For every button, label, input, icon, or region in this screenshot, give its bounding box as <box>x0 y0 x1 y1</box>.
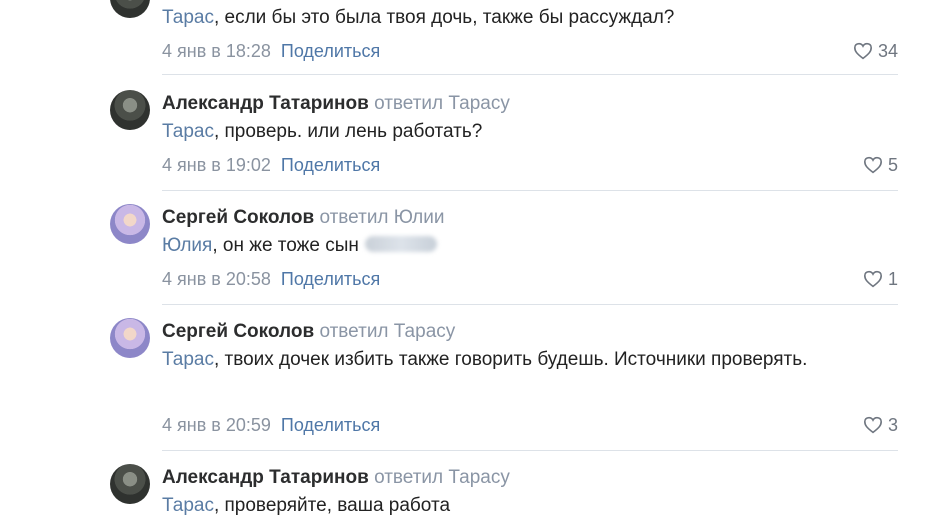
comment-header: Сергей Соколов ответил Тарасу <box>162 321 455 343</box>
mention-link[interactable]: Тарас <box>162 121 214 142</box>
comment-date[interactable]: 4 янв в 20:58 <box>162 269 271 289</box>
like-button[interactable]: 1 <box>863 268 898 290</box>
author-name[interactable]: Сергей Соколов <box>162 321 314 342</box>
comment-text: Тарас, твоих дочек избить также говорить… <box>162 347 822 373</box>
comment-text: Тарас, если бы это была твоя дочь, также… <box>162 5 862 31</box>
likes-count: 34 <box>877 41 898 61</box>
comment-body-text: , он же тоже сын <box>212 235 359 256</box>
avatar[interactable] <box>110 204 150 244</box>
reply-to-link[interactable]: ответил Тарасу <box>374 93 510 114</box>
author-name[interactable]: Сергей Соколов <box>162 207 314 228</box>
comment-meta: 4 янв в 18:28 Поделиться <box>162 40 380 62</box>
comment-text: Юлия, он же тоже сын <box>162 233 862 259</box>
reply-to-link[interactable]: ответил Юлии <box>319 207 444 228</box>
mention-link[interactable]: Тарас <box>162 495 214 516</box>
share-button[interactable]: Поделиться <box>281 269 380 289</box>
mention-link[interactable]: Юлия <box>162 235 212 256</box>
likes-count: 5 <box>887 155 898 175</box>
like-button[interactable]: 3 <box>863 414 898 436</box>
likes-count: 3 <box>887 415 898 435</box>
comments-list: Тарас, если бы это была твоя дочь, также… <box>0 0 930 516</box>
comment-body-text: , твоих дочек избить также говорить буде… <box>213 349 808 370</box>
avatar[interactable] <box>110 90 150 130</box>
heart-icon <box>863 416 882 434</box>
divider <box>162 190 898 191</box>
comment-meta: 4 янв в 19:02 Поделиться <box>162 154 380 176</box>
avatar[interactable] <box>110 464 150 504</box>
author-name[interactable]: Александр Татаринов <box>162 93 369 114</box>
share-button[interactable]: Поделиться <box>281 41 380 61</box>
likes-count: 1 <box>887 269 898 289</box>
divider <box>162 304 898 305</box>
comment-meta: 4 янв в 20:58 Поделиться <box>162 268 380 290</box>
reply-to-link[interactable]: ответил Тарасу <box>374 467 510 488</box>
divider <box>162 450 898 451</box>
author-name[interactable]: Александр Татаринов <box>162 467 369 488</box>
comment-date[interactable]: 4 янв в 20:59 <box>162 415 271 435</box>
heart-icon <box>853 42 872 60</box>
like-button[interactable]: 34 <box>853 40 898 62</box>
comment-header: Александр Татаринов ответил Тарасу <box>162 93 510 115</box>
share-button[interactable]: Поделиться <box>281 415 380 435</box>
avatar[interactable] <box>110 318 150 358</box>
comment-text: Тарас, проверь. или лень работать? <box>162 119 862 145</box>
mention-link[interactable]: Тарас <box>162 349 214 370</box>
comment-body-text: , если бы это была твоя дочь, также бы р… <box>213 7 675 28</box>
comment-body-text: , проверяйте, ваша работа <box>213 495 451 516</box>
comment-header: Александр Татаринов ответил Тарасу <box>162 467 510 489</box>
comment-date[interactable]: 4 янв в 18:28 <box>162 41 271 61</box>
like-button[interactable]: 5 <box>863 154 898 176</box>
mention-link[interactable]: Тарас <box>162 7 214 28</box>
comment-body-text: , проверь. или лень работать? <box>213 121 483 142</box>
heart-icon <box>863 270 882 288</box>
share-button[interactable]: Поделиться <box>281 155 380 175</box>
comment-date[interactable]: 4 янв в 19:02 <box>162 155 271 175</box>
comment-text: Тарас, проверяйте, ваша работа <box>162 493 862 516</box>
heart-icon <box>863 156 882 174</box>
comment-header: Сергей Соколов ответил Юлии <box>162 207 444 229</box>
reply-to-link[interactable]: ответил Тарасу <box>319 321 455 342</box>
divider <box>162 74 898 75</box>
avatar[interactable] <box>110 0 150 18</box>
comment-meta: 4 янв в 20:59 Поделиться <box>162 414 380 436</box>
blurred-word <box>364 236 437 252</box>
